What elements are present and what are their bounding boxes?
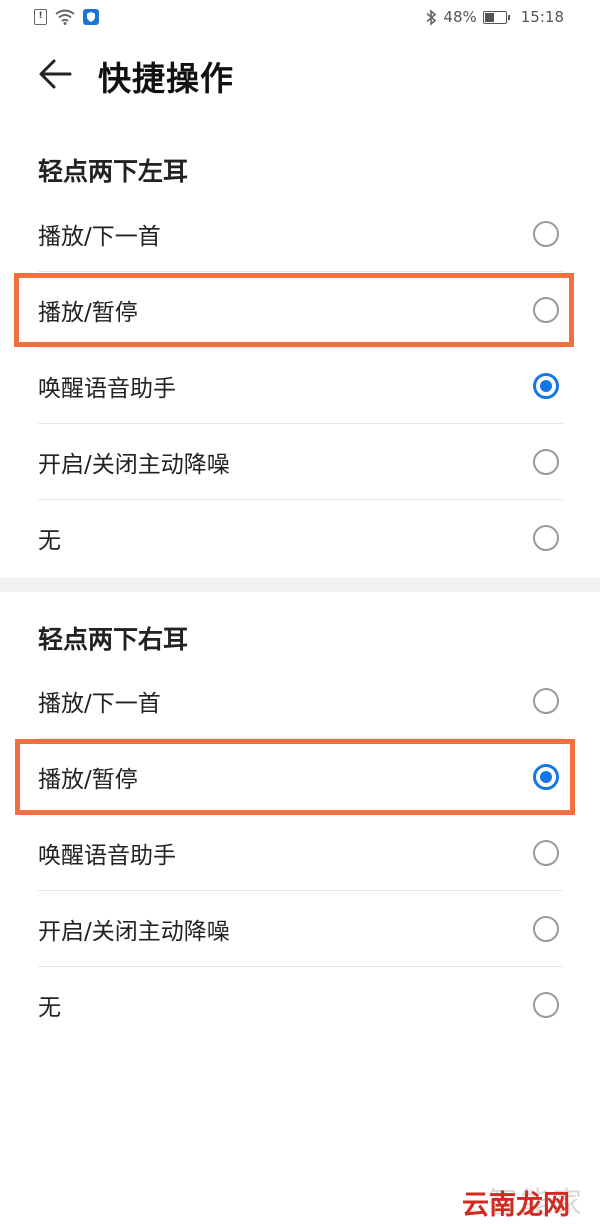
left-option-voice-assistant[interactable]: 唤醒语音助手 xyxy=(0,348,600,424)
radio-button[interactable] xyxy=(533,688,559,714)
right-option-noise-cancel[interactable]: 开启/关闭主动降噪 xyxy=(0,891,600,967)
sim-alert-icon: ! xyxy=(34,9,47,25)
battery-percent: 48% xyxy=(443,8,477,26)
section-title-right-ear: 轻点两下右耳 xyxy=(38,625,189,654)
back-arrow-icon[interactable] xyxy=(36,54,76,94)
radio-button[interactable] xyxy=(533,221,559,247)
radio-button[interactable] xyxy=(533,449,559,475)
left-option-play-next[interactable]: 播放/下一首 xyxy=(0,196,600,272)
radio-button[interactable] xyxy=(533,373,559,399)
radio-button[interactable] xyxy=(533,916,559,942)
section-title-left-ear: 轻点两下左耳 xyxy=(38,157,189,186)
shield-app-icon xyxy=(83,9,99,25)
page-header: 快捷操作 xyxy=(0,40,600,116)
option-label: 开启/关闭主动降噪 xyxy=(38,452,230,478)
option-label: 唤醒语音助手 xyxy=(38,376,176,402)
right-option-play-next[interactable]: 播放/下一首 xyxy=(0,663,600,739)
wifi-icon xyxy=(55,9,75,25)
watermark-logo-text: 云南龙网 xyxy=(462,1190,570,1221)
highlight-box-right-play-pause xyxy=(15,739,575,815)
option-label: 无 xyxy=(38,528,61,554)
option-label: 唤醒语音助手 xyxy=(38,843,176,869)
option-label: 无 xyxy=(38,995,61,1021)
highlight-box-left-play-pause xyxy=(14,273,574,347)
option-label: 播放/下一首 xyxy=(38,224,161,250)
clock: 15:18 xyxy=(520,8,564,26)
radio-button[interactable] xyxy=(533,840,559,866)
status-bar: ! 48% 15:18 xyxy=(0,0,600,38)
right-option-voice-assistant[interactable]: 唤醒语音助手 xyxy=(0,815,600,891)
right-option-none[interactable]: 无 xyxy=(0,967,600,1043)
section-separator xyxy=(0,578,600,592)
option-label: 开启/关闭主动降噪 xyxy=(38,919,230,945)
status-left: ! xyxy=(34,9,99,25)
left-option-noise-cancel[interactable]: 开启/关闭主动降噪 xyxy=(0,424,600,500)
battery-level-fill xyxy=(484,12,494,22)
option-label: 播放/下一首 xyxy=(38,691,161,717)
radio-button[interactable] xyxy=(533,525,559,551)
page-title: 快捷操作 xyxy=(98,59,234,98)
left-option-none[interactable]: 无 xyxy=(0,500,600,576)
radio-button[interactable] xyxy=(533,992,559,1018)
battery-icon xyxy=(482,10,510,24)
bluetooth-icon xyxy=(426,8,437,26)
status-right: 48% 15:18 xyxy=(425,8,564,26)
